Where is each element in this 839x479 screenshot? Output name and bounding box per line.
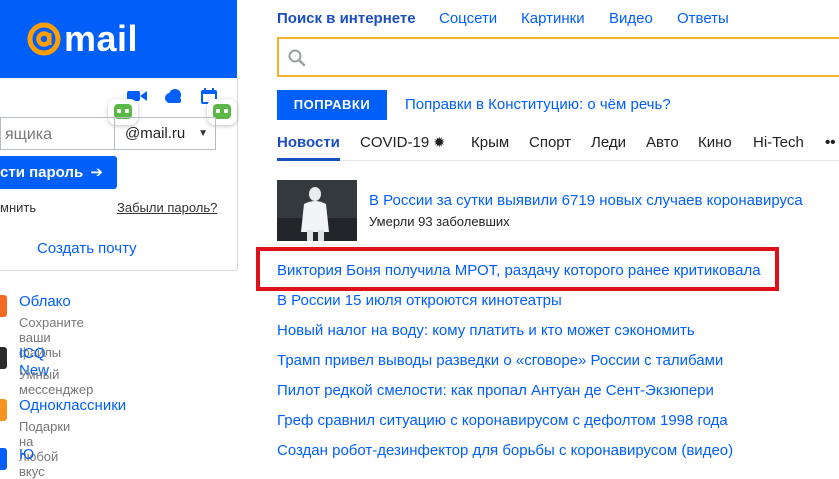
project-name: Облако <box>19 293 71 310</box>
at-sign-icon <box>27 22 61 56</box>
login-input[interactable]: ящика <box>0 117 114 150</box>
project-desc: Умный мессенджер <box>19 367 94 397</box>
tab-sport[interactable]: Спорт <box>529 134 571 151</box>
news-item[interactable]: Новый налог на воду: кому платить и кто … <box>277 322 695 339</box>
news-item[interactable]: Трамп привел выводы разведки о «сговоре»… <box>277 352 723 369</box>
highlight-annotation-box <box>256 247 779 291</box>
tab-news[interactable]: Новости <box>277 134 340 151</box>
search-icon <box>288 49 306 67</box>
domain-value: @mail.ru <box>125 125 186 142</box>
featured-news-title[interactable]: В России за сутки выявили 6719 новых слу… <box>369 192 803 209</box>
featured-news-subtitle: Умерли 93 заболевших <box>369 214 510 229</box>
virus-icon: ✹ <box>433 134 446 150</box>
project-name: Одноклассники <box>19 397 127 414</box>
tab-auto[interactable]: Авто <box>646 134 679 151</box>
odnoklassniki-app-icon <box>0 399 7 421</box>
logo-wordmark: mail <box>64 18 139 59</box>
tabs-divider <box>277 160 839 161</box>
nav-answers[interactable]: Ответы <box>677 10 729 27</box>
more-tabs-button[interactable]: •• <box>825 134 836 151</box>
create-mail-link[interactable]: Создать почту <box>37 240 137 257</box>
login-submit-label: сти пароль <box>0 164 84 181</box>
caret-down-icon: ▼ <box>198 128 208 139</box>
nav-web-search[interactable]: Поиск в интернете <box>277 10 416 27</box>
nav-social[interactable]: Соцсети <box>439 10 497 27</box>
domain-select[interactable]: @mail.ru ▼ <box>114 117 216 150</box>
tab-kino[interactable]: Кино <box>698 134 732 151</box>
search-input[interactable] <box>277 37 839 77</box>
icq-app-icon <box>0 347 7 369</box>
tab-covid[interactable]: COVID-19 ✹ <box>360 134 445 151</box>
news-item[interactable]: Создан робот-дезинфектор для борьбы с ко… <box>277 442 733 459</box>
yula-app-icon <box>0 448 7 470</box>
cloud-icon[interactable] <box>163 89 183 104</box>
login-submit-button[interactable]: сти пароль ➔ <box>0 156 117 189</box>
nav-images[interactable]: Картинки <box>521 10 585 27</box>
news-item[interactable]: Пилот редкой смелости: как пропал Антуан… <box>277 382 714 399</box>
forgot-password-link[interactable]: Забыли пароль? <box>117 200 217 215</box>
tab-covid-label: COVID-19 <box>360 134 430 151</box>
remember-me-label[interactable]: мнить <box>0 200 36 215</box>
active-tab-indicator <box>277 158 340 161</box>
tab-hitech[interactable]: Hi-Tech <box>753 134 804 151</box>
news-item[interactable]: Греф сравнил ситуацию с коронавирусом с … <box>277 412 728 429</box>
nav-video[interactable]: Видео <box>609 10 653 27</box>
news-thumbnail[interactable] <box>277 180 357 241</box>
tab-lady[interactable]: Леди <box>591 134 626 151</box>
news-item[interactable]: В России 15 июля откроются кинотеатры <box>277 292 562 309</box>
arrow-right-icon: ➔ <box>90 164 103 181</box>
cloud-app-icon <box>0 295 7 317</box>
promo-link[interactable]: Поправки в Конституцию: о чём речь? <box>405 96 671 113</box>
promo-badge[interactable]: ПОПРАВКИ <box>277 90 387 120</box>
tab-crimea[interactable]: Крым <box>471 134 509 151</box>
